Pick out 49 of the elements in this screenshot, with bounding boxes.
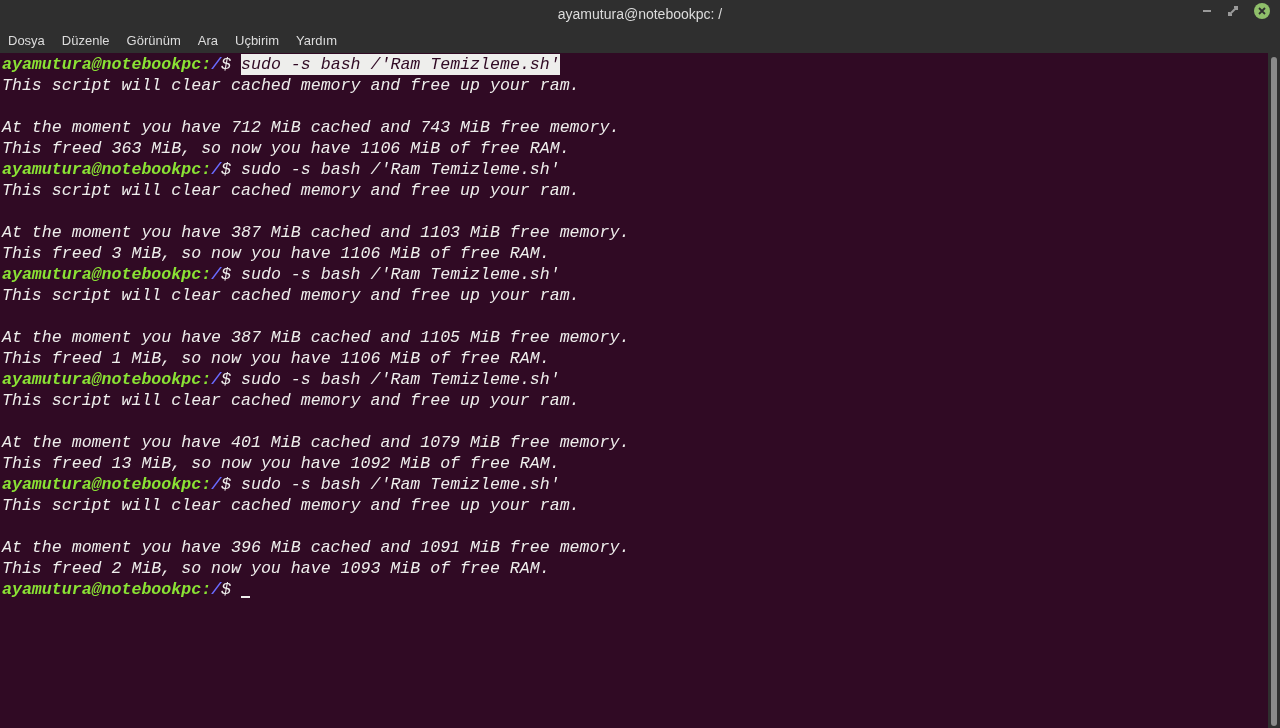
output-line: This freed 2 MiB, so now you have 1093 MiB of free RAM. [2, 558, 550, 579]
prompt-sign: $ [221, 264, 232, 285]
prompt-path: / [211, 579, 222, 600]
window-title: ayamutura@notebookpc: / [557, 4, 723, 24]
prompt-path: / [211, 474, 222, 495]
output-line: At the moment you have 396 MiB cached and 1091 MiB free memory. [2, 537, 630, 558]
prompt-path: / [211, 54, 222, 75]
output-line: This freed 13 MiB, so now you have 1092 MiB of free RAM. [2, 453, 560, 474]
output-line: At the moment you have 387 MiB cached and 1103 MiB free memory. [2, 222, 630, 243]
prompt-user: ayamutura@notebookpc: [2, 369, 212, 390]
prompt-path: / [211, 159, 222, 180]
output-line: This script will clear cached memory and free up your ram. [2, 180, 580, 201]
output-line: At the moment you have 387 MiB cached and 1105 MiB free memory. [2, 327, 630, 348]
prompt-user: ayamutura@notebookpc: [2, 474, 212, 495]
prompt-sign: $ [221, 474, 232, 495]
menu-item[interactable]: Uçbirim [235, 30, 280, 51]
menu-item[interactable]: Görünüm [126, 30, 181, 51]
output-line: This freed 3 MiB, so now you have 1106 MiB of free RAM. [2, 243, 550, 264]
prompt-sign: $ [221, 54, 232, 75]
menu-item[interactable]: Ara [197, 30, 218, 51]
output-line: This script will clear cached memory and free up your ram. [2, 285, 580, 306]
menu-item[interactable]: Yardım [296, 30, 337, 51]
command-text: sudo -s bash /'Ram Temizleme.sh' [241, 369, 560, 390]
output-line: At the moment you have 712 MiB cached and 743 MiB free memory. [2, 117, 620, 138]
output-line: This script will clear cached memory and free up your ram. [2, 75, 580, 96]
prompt-path: / [211, 369, 222, 390]
prompt-sign: $ [221, 579, 232, 600]
command-text: sudo -s bash /'Ram Temizleme.sh' [241, 264, 560, 285]
command-text: sudo -s bash /'Ram Temizleme.sh' [241, 54, 560, 75]
prompt-user: ayamutura@notebookpc: [2, 159, 212, 180]
command-text: sudo -s bash /'Ram Temizleme.sh' [241, 159, 560, 180]
scrollbar[interactable] [1268, 53, 1280, 728]
command-text: sudo -s bash /'Ram Temizleme.sh' [241, 474, 560, 495]
output-line: This freed 363 MiB, so now you have 1106 MiB of free RAM. [2, 138, 570, 159]
prompt-user: ayamutura@notebookpc: [2, 264, 212, 285]
output-line: This freed 1 MiB, so now you have 1106 MiB of free RAM. [2, 348, 550, 369]
restore-button[interactable] [1228, 6, 1238, 16]
menu-item[interactable]: Düzenle [61, 30, 110, 51]
prompt-sign: $ [221, 159, 232, 180]
output-line: This script will clear cached memory and free up your ram. [2, 495, 580, 516]
prompt-user: ayamutura@notebookpc: [2, 579, 212, 600]
prompt-user: ayamutura@notebookpc: [2, 54, 212, 75]
scrollbar-thumb[interactable] [1271, 57, 1277, 726]
menu-item[interactable]: Dosya [8, 30, 45, 51]
close-button[interactable] [1254, 3, 1270, 19]
prompt-path: / [211, 264, 222, 285]
prompt-sign: $ [221, 369, 232, 390]
output-line: At the moment you have 401 MiB cached and 1079 MiB free memory. [2, 432, 630, 453]
output-line: This script will clear cached memory and free up your ram. [2, 390, 580, 411]
